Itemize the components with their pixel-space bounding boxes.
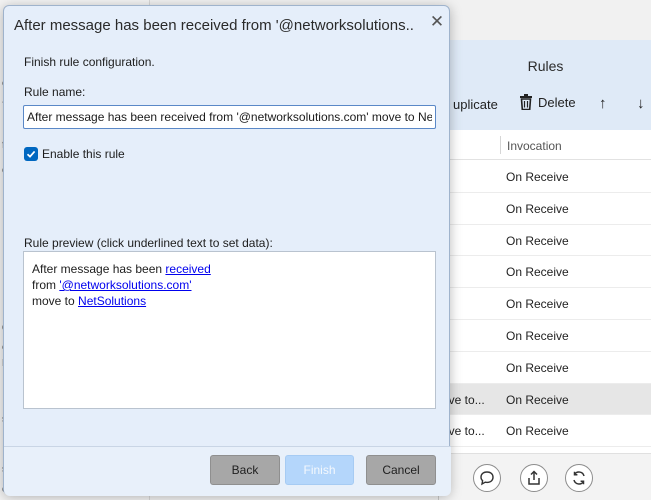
dialog-subtitle: Finish rule configuration. (24, 55, 155, 69)
refresh-button[interactable] (565, 464, 593, 492)
rule-row[interactable]: On Receive (439, 320, 651, 352)
dialog-title: After message has been received from '@n… (14, 17, 414, 34)
move-up-arrow-icon[interactable]: ↑ (599, 95, 607, 112)
rule-invocation: On Receive (506, 360, 569, 375)
chat-bubble-icon (480, 471, 494, 486)
rule-row[interactable]: On Receive (439, 352, 651, 384)
trigger-link[interactable]: received (165, 262, 210, 276)
rule-invocation: On Receive (506, 328, 569, 343)
close-icon[interactable]: ✕ (429, 12, 445, 31)
rule-invocation: On Receive (506, 170, 569, 184)
rules-list: On Receive On Receive On Receive On Rece… (439, 161, 651, 448)
preview-text: from (32, 278, 60, 292)
preview-line: move to NetSolutions (32, 293, 211, 309)
rule-row[interactable]: On Receive (439, 193, 651, 225)
preview-line: After message has been received (32, 261, 211, 277)
rule-row[interactable]: On Receive (439, 256, 651, 289)
rule-invocation: On Receive (506, 265, 569, 280)
rule-preview-label: Rule preview (click underlined text to s… (24, 236, 273, 250)
enable-rule-label: Enable this rule (42, 147, 125, 161)
finish-button[interactable]: Finish (285, 455, 354, 485)
rules-header: Rules uplicate Delete ↑ ↓ (439, 40, 651, 130)
sender-link[interactable]: '@networksolutions.com' (59, 278, 191, 292)
cancel-button[interactable]: Cancel (366, 455, 436, 485)
rule-row[interactable]: ove to... On Receive (439, 415, 651, 448)
rule-name-input[interactable] (23, 105, 436, 129)
delete-label: Delete (538, 94, 576, 110)
enable-rule-checkbox[interactable] (24, 147, 38, 161)
refresh-icon (573, 471, 585, 485)
folder-link[interactable]: NetSolutions (78, 294, 146, 308)
preview-text: After message has been (32, 262, 166, 276)
rule-name-label: Rule name: (24, 85, 86, 99)
share-icon (528, 470, 540, 485)
rule-row[interactable]: On Receive (439, 225, 651, 257)
rule-invocation: On Receive (506, 201, 569, 216)
rule-invocation: On Receive (506, 233, 569, 248)
finish-rule-dialog: After message has been received from '@n… (3, 5, 451, 496)
rules-window: Rules uplicate Delete ↑ ↓ Invocation On … (438, 40, 651, 500)
rule-invocation: On Receive (506, 392, 569, 407)
back-button[interactable]: Back (210, 455, 280, 485)
rule-row[interactable]: On Receive (439, 288, 651, 320)
rule-preview-box: After message has been received from '@n… (23, 251, 436, 409)
share-button[interactable] (520, 464, 548, 492)
rule-invocation: On Receive (506, 297, 569, 312)
dialog-footer: Back Finish Cancel (4, 446, 451, 496)
rules-window-title: Rules (527, 58, 564, 74)
rules-bottom-bar (439, 453, 651, 500)
enable-rule-row[interactable]: Enable this rule (24, 147, 125, 161)
preview-line: from '@networksolutions.com' (32, 277, 211, 293)
rules-toolbar: uplicate Delete ↑ ↓ (439, 92, 651, 118)
column-divider (500, 136, 501, 154)
rule-invocation: On Receive (506, 424, 569, 439)
rule-row[interactable]: On Receive (439, 161, 651, 193)
preview-text: move to (32, 294, 79, 308)
rule-preview-text: After message has been received from '@n… (32, 261, 211, 309)
move-down-arrow-icon[interactable]: ↓ (637, 95, 645, 112)
duplicate-button[interactable]: uplicate (453, 97, 498, 112)
delete-button[interactable]: Delete (519, 94, 576, 110)
checkmark-icon (26, 150, 36, 158)
chat-button[interactable] (473, 464, 501, 492)
dialog-body: Finish rule configuration. Rule name: En… (4, 46, 451, 446)
rule-row-selected[interactable]: ove to... On Receive (439, 383, 651, 416)
trash-icon (520, 94, 532, 110)
rules-column-header: Invocation (439, 130, 651, 160)
invocation-column-header[interactable]: Invocation (507, 139, 562, 153)
